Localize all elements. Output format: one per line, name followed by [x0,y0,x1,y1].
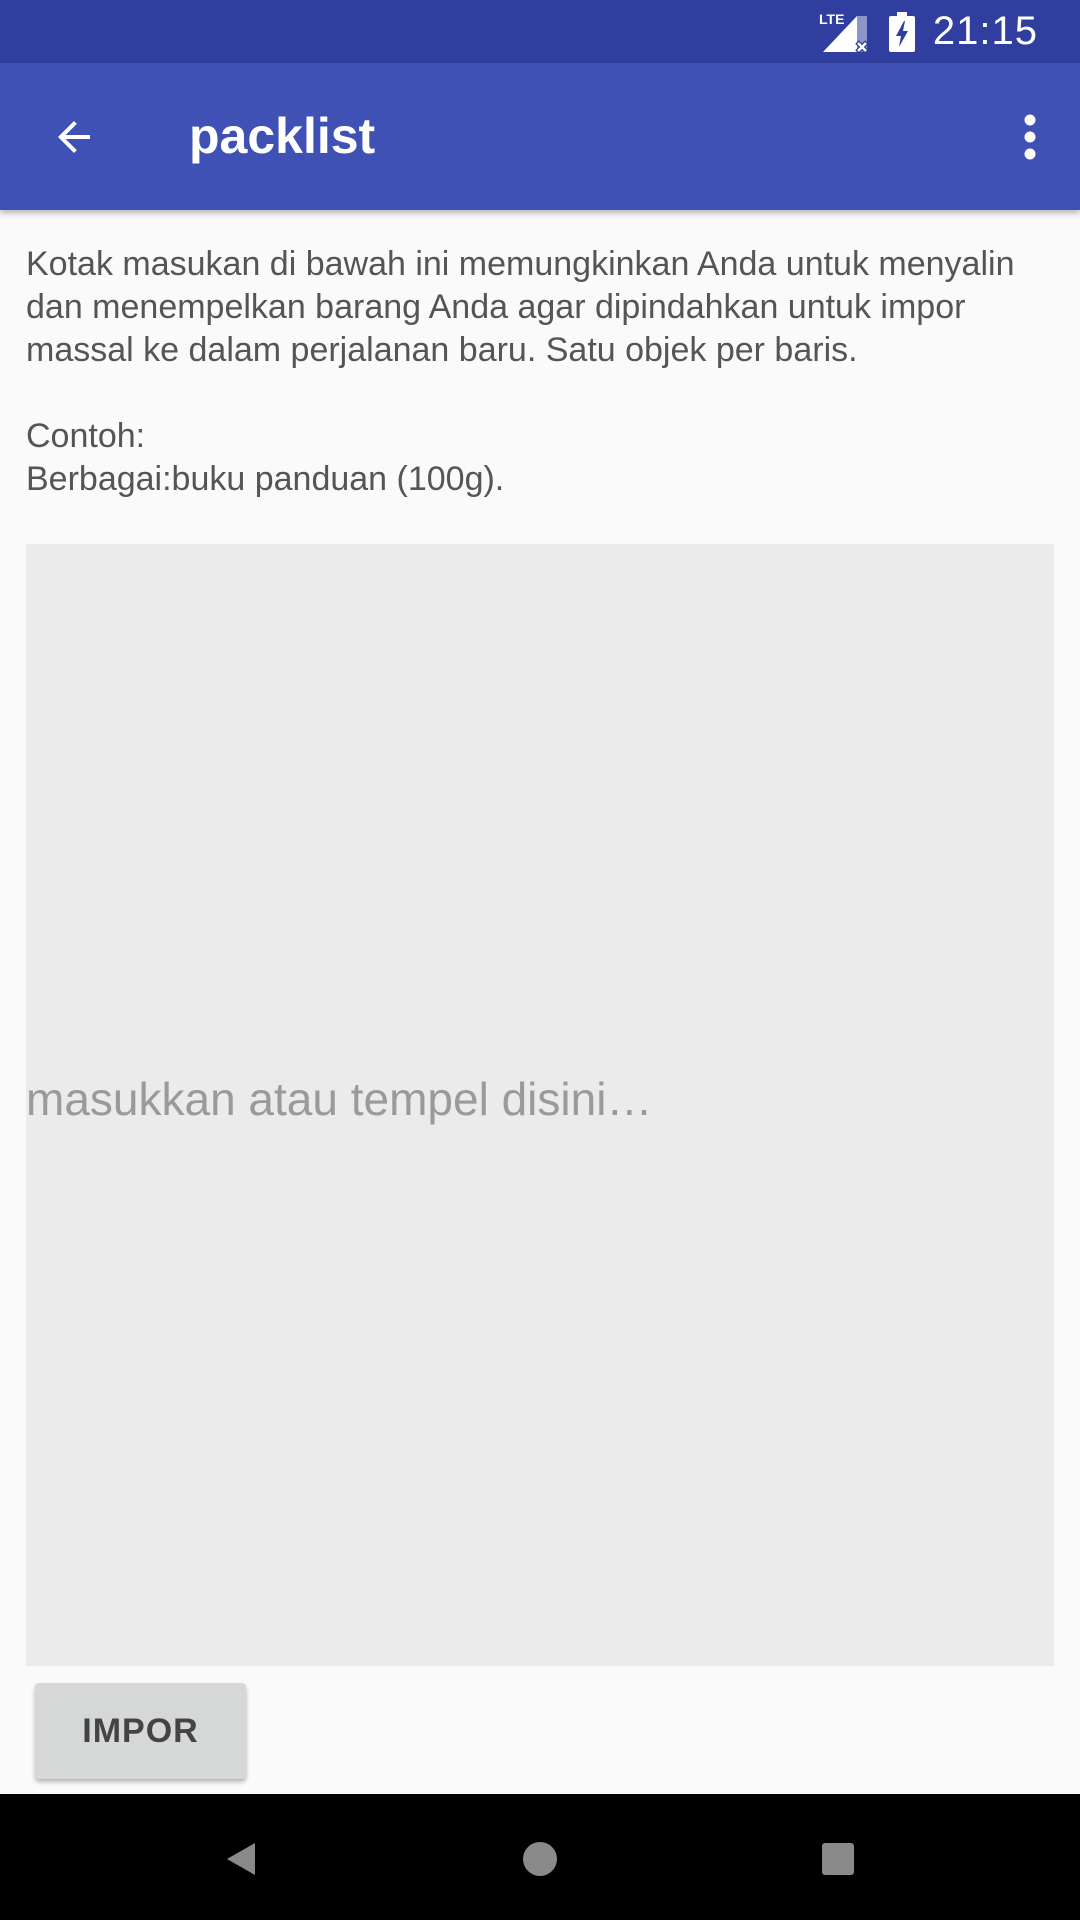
instructions-text: Kotak masukan di bawah ini memungkinkan … [26,245,1015,498]
overflow-menu-button[interactable] [1000,98,1060,176]
main-content: Kotak masukan di bawah ini memungkinkan … [26,210,1054,501]
home-circle-icon [523,1842,557,1876]
status-icons: LTE 21:15 [819,0,1038,63]
app-bar: packlist [0,63,1080,210]
back-triangle-icon [227,1843,255,1875]
navigation-bar [0,1794,1080,1920]
bulk-import-input[interactable] [26,544,1054,1666]
nav-home-button[interactable] [495,1814,585,1904]
arrow-left-icon [58,121,90,153]
lte-signal-icon: LTE [819,11,869,54]
nav-back-button[interactable] [196,1814,286,1904]
back-button[interactable] [30,98,118,176]
status-time: 21:15 [932,9,1038,53]
page-title: packlist [189,108,376,164]
more-vertical-icon [1024,114,1036,160]
nav-recents-button[interactable] [793,1814,883,1904]
svg-text:LTE: LTE [819,11,844,27]
recents-square-icon [822,1843,854,1875]
battery-charging-icon [888,11,915,52]
status-bar: LTE 21:15 [0,0,1080,63]
import-button[interactable]: IMPOR [35,1683,246,1779]
